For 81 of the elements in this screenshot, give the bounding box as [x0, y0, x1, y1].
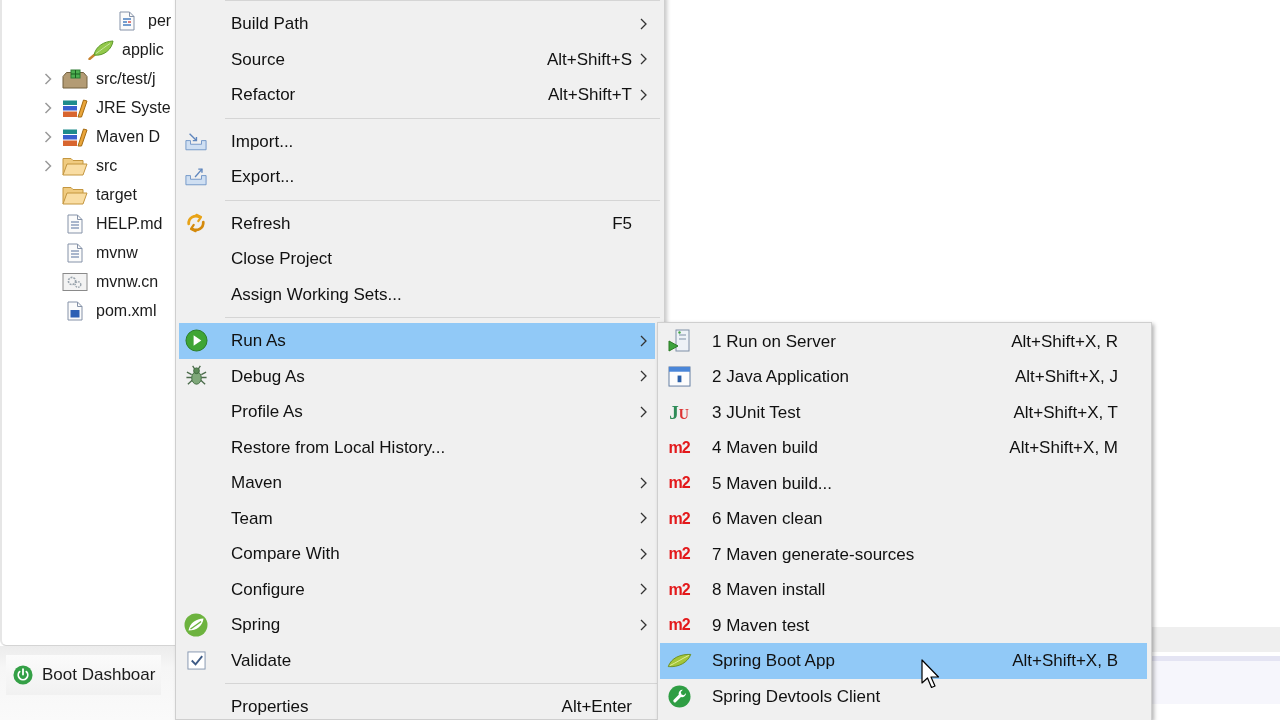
- logo-icon: m2: [668, 439, 690, 456]
- keyboard-shortcut: F5: [612, 212, 632, 235]
- tree-item[interactable]: HELP.md: [2, 209, 176, 239]
- menu-item[interactable]: Debug As: [179, 358, 655, 394]
- view-tab[interactable]: Boot Dashboar: [6, 655, 162, 695]
- menu-item[interactable]: Compare With: [179, 536, 655, 572]
- tree-item[interactable]: mvnw: [2, 238, 176, 268]
- document-icon: [119, 11, 135, 31]
- keyboard-shortcut: Alt+Shift+X, T: [1013, 401, 1118, 424]
- logo-icon: m2: [668, 581, 690, 598]
- keyboard-shortcut: Alt+Shift+X, M: [1009, 437, 1118, 459]
- document-icon: [67, 214, 83, 234]
- menu-item[interactable]: Assign Working Sets...: [179, 276, 655, 312]
- menu-item[interactable]: Close Project: [179, 241, 655, 277]
- menu-item[interactable]: Profile As: [179, 394, 655, 430]
- package-folder-icon: [62, 69, 88, 89]
- bug-icon: [184, 364, 208, 388]
- play-icon: [184, 329, 208, 353]
- keyboard-shortcut: Alt+Shift+S: [546, 48, 632, 71]
- menu-item[interactable]: Spring Devtools Client: [660, 678, 1147, 714]
- menu-item[interactable]: JU 3 JUnit Test Alt+Shift+X, T: [660, 394, 1147, 430]
- document-icon: [67, 243, 83, 263]
- books-icon: [62, 98, 88, 118]
- logo-icon: m2: [668, 475, 690, 492]
- menu-item[interactable]: Import...: [179, 123, 655, 159]
- menu-item[interactable]: Properties Alt+Enter: [179, 689, 655, 719]
- import-icon: [185, 131, 207, 151]
- leaf-icon: [184, 612, 208, 637]
- keyboard-shortcut: Alt+Shift+T: [547, 84, 632, 106]
- power-icon: [13, 665, 33, 685]
- logo-icon: m2: [668, 617, 690, 634]
- menu-item[interactable]: Spring: [179, 607, 655, 643]
- tree-item[interactable]: JRE Syste: [2, 93, 176, 123]
- tree-item[interactable]: src: [2, 151, 176, 181]
- menu-item[interactable]: 1 Run on Server Alt+Shift+X, R: [660, 323, 1147, 359]
- folder-icon: [62, 185, 88, 205]
- export-icon: [185, 167, 207, 187]
- keyboard-shortcut: Alt+Enter: [561, 696, 632, 718]
- keyboard-shortcut: Alt+Shift+X, R: [1011, 330, 1118, 353]
- menu-item[interactable]: m2 5 Maven build...: [660, 465, 1147, 501]
- menu-item[interactable]: Source Alt+Shift+S: [179, 41, 655, 77]
- menu-item[interactable]: Refactor Alt+Shift+T: [179, 77, 655, 113]
- books-icon: [62, 127, 88, 147]
- menu-item[interactable]: m2 8 Maven install: [660, 572, 1147, 608]
- document-icon: [67, 301, 83, 321]
- wrench-icon: [667, 684, 691, 708]
- leaf-icon: [666, 653, 692, 669]
- menu-item[interactable]: Export...: [179, 159, 655, 195]
- menu-item[interactable]: Restore from Local History...: [179, 429, 655, 465]
- window-icon: [667, 366, 691, 388]
- tree-item[interactable]: applic: [2, 35, 176, 65]
- menu-item[interactable]: 2 Java Application Alt+Shift+X, J: [660, 359, 1147, 395]
- menu-item[interactable]: Spring Boot App Alt+Shift+X, B: [660, 643, 1147, 679]
- menu-item[interactable]: Refresh F5: [179, 205, 655, 241]
- menu-item[interactable]: m2 7 Maven generate-sources: [660, 536, 1147, 572]
- gear-window-icon: [62, 272, 88, 292]
- leaf-icon: [88, 40, 114, 60]
- menu-item[interactable]: m2 4 Maven build Alt+Shift+X, M: [660, 430, 1147, 466]
- keyboard-shortcut: Alt+Shift+X, J: [1015, 366, 1118, 388]
- menu-item[interactable]: m2 9 Maven test: [660, 607, 1147, 643]
- tree-item[interactable]: per: [2, 6, 176, 36]
- keyboard-shortcut: Alt+Shift+X, B: [1012, 650, 1118, 672]
- menu-item[interactable]: Maven: [179, 465, 655, 501]
- logo-icon: m2: [668, 510, 690, 527]
- logo-icon: m2: [668, 546, 690, 563]
- refresh-icon: [185, 213, 207, 234]
- folder-icon: [62, 156, 88, 176]
- tree-item[interactable]: Maven D: [2, 122, 176, 152]
- menu-item[interactable]: Validate: [179, 642, 655, 678]
- menu-item[interactable]: Run As: [179, 323, 655, 359]
- tree-item[interactable]: mvnw.cn: [2, 267, 176, 297]
- menu-item[interactable]: Team: [179, 500, 655, 536]
- menu-item[interactable]: Build Path: [179, 6, 655, 42]
- tree-item[interactable]: pom.xml: [2, 296, 176, 326]
- logo-icon: JU: [669, 402, 689, 422]
- server-icon: [668, 329, 690, 354]
- menu-item[interactable]: Configure: [179, 571, 655, 607]
- menu-item[interactable]: m2 6 Maven clean: [660, 501, 1147, 537]
- tree-item[interactable]: src/test/j: [2, 64, 176, 94]
- tree-item[interactable]: target: [2, 180, 176, 210]
- mouse-cursor-icon: [921, 659, 940, 689]
